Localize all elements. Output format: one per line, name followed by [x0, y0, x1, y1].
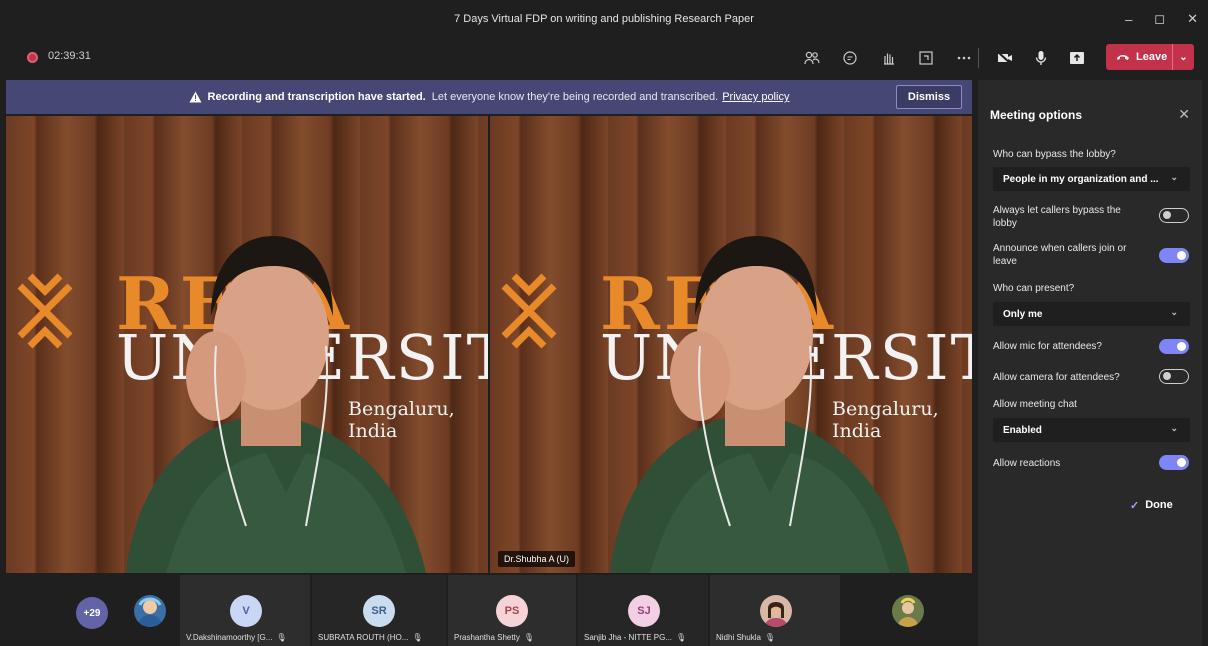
participant-name: Prashantha Shetty	[454, 633, 520, 642]
chevron-down-icon: ⌄	[1170, 172, 1178, 182]
meeting-toolbar: 02:39:31	[0, 38, 1208, 78]
participant-tile[interactable]: PS Prashantha Shetty 🎙	[448, 575, 576, 646]
participant-tile[interactable]: SJ Sanjib Jha - NITTE PG... 🎙	[578, 575, 708, 646]
more-icon[interactable]	[952, 46, 976, 70]
participant-name: V.Dakshinamoorthy [G...	[186, 633, 273, 642]
banner-text: Let everyone know they're being recorded…	[431, 91, 719, 103]
meeting-actions	[800, 46, 976, 70]
chat-icon[interactable]	[838, 46, 862, 70]
participant-photo-avatar[interactable]	[134, 595, 166, 627]
video-stage: REVA UNIVERSITY Bengaluru, India REVA UN…	[6, 116, 972, 573]
participant-name-row: SUBRATA ROUTH (HO... 🎙	[318, 633, 442, 642]
participant-name: SUBRATA ROUTH (HO...	[318, 633, 409, 642]
participant-tile[interactable]: SR SUBRATA ROUTH (HO... 🎙	[312, 575, 446, 646]
leave-button[interactable]: Leave ⌄	[1106, 44, 1194, 70]
camera-attendees-label: Allow camera for attendees?	[993, 372, 1120, 383]
mic-icon: 🎙	[676, 633, 687, 642]
participant-name: Nidhi Shukla	[716, 633, 761, 642]
window-title: 7 Days Virtual FDP on writing and publis…	[454, 13, 754, 25]
mic-attendees-label: Allow mic for attendees?	[993, 341, 1102, 352]
participant-avatar: SR	[363, 595, 395, 627]
banner-bold-text: Recording and transcription have started…	[207, 91, 426, 103]
university-emblem-icon	[501, 273, 557, 349]
rooms-icon[interactable]	[914, 46, 938, 70]
overflow-participants-button[interactable]: +29	[76, 597, 108, 629]
speaker-name-tag: Dr.Shubha A (U)	[498, 551, 576, 567]
participant-tile[interactable]: V V.Dakshinamoorthy [G... 🎙	[180, 575, 310, 646]
done-label: Done	[1145, 499, 1173, 511]
callers-bypass-toggle[interactable]	[1159, 208, 1189, 223]
speaker-name: Dr.Shubha A (U)	[504, 554, 570, 564]
announce-label: Announce when callers join or leave	[993, 243, 1127, 267]
present-label: Who can present?	[993, 283, 1075, 294]
panel-title: Meeting options	[990, 108, 1082, 122]
privacy-policy-link[interactable]: Privacy policy	[722, 91, 789, 103]
announce-toggle[interactable]	[1159, 248, 1189, 263]
lobby-select-value: People in my organization and ...	[1003, 173, 1159, 185]
mic-icon: 🎙	[523, 633, 534, 642]
recording-icon	[27, 52, 38, 63]
participant-avatar: SJ	[628, 595, 660, 627]
leave-main[interactable]: Leave	[1106, 51, 1172, 63]
participant-name-row: Nidhi Shukla 🎙	[716, 633, 836, 642]
leave-label: Leave	[1136, 51, 1168, 63]
participant-name-row: Prashantha Shetty 🎙	[454, 633, 572, 642]
mic-icon: 🎙	[412, 633, 423, 642]
done-button[interactable]: ✓ Done	[1130, 499, 1173, 512]
callers-bypass-label: Always let callers bypass the lobby	[993, 205, 1121, 229]
meeting-timer: 02:39:31	[48, 50, 91, 62]
participant-name-row: Sanjib Jha - NITTE PG... 🎙	[584, 633, 704, 642]
participant-avatar: PS	[496, 595, 528, 627]
participant-name: Sanjib Jha - NITTE PG...	[584, 633, 673, 642]
share-screen-icon[interactable]	[1065, 46, 1089, 70]
leave-dropdown-icon[interactable]: ⌄	[1172, 44, 1194, 70]
checkmark-icon: ✓	[1130, 500, 1140, 512]
camera-attendees-toggle[interactable]	[1159, 369, 1189, 384]
meeting-options-panel: Meeting options ✕ Who can bypass the lob…	[978, 80, 1202, 646]
camera-off-icon[interactable]	[993, 46, 1017, 70]
mic-icon: 🎙	[764, 633, 776, 642]
speaker-person-image	[610, 236, 910, 573]
participant-name-row: V.Dakshinamoorthy [G... 🎙	[186, 633, 306, 642]
close-window-icon[interactable]: ✕	[1187, 11, 1198, 27]
university-emblem-icon	[17, 273, 73, 349]
reactions-label: Allow reactions	[993, 458, 1061, 469]
window-controls: – ◻ ✕	[1125, 0, 1198, 38]
title-bar: 7 Days Virtual FDP on writing and publis…	[0, 0, 1208, 38]
lobby-select[interactable]: People in my organization and ... ⌄	[993, 167, 1190, 191]
speaker-person-image	[126, 236, 426, 573]
video-tile-left[interactable]: REVA UNIVERSITY Bengaluru, India	[6, 116, 488, 573]
chevron-down-icon: ⌄	[1170, 423, 1178, 433]
close-icon[interactable]: ✕	[1178, 106, 1190, 123]
minimize-icon[interactable]: –	[1125, 12, 1132, 27]
media-controls	[993, 46, 1089, 70]
participant-photo-avatar	[760, 595, 792, 627]
people-icon[interactable]	[800, 46, 824, 70]
video-tile-right[interactable]: REVA UNIVERSITY Bengaluru, India Dr.Shub…	[490, 116, 972, 573]
chat-label: Allow meeting chat	[993, 399, 1077, 410]
toolbar-divider	[978, 48, 979, 68]
participant-tile[interactable]: Nidhi Shukla 🎙	[710, 575, 840, 646]
lobby-label: Who can bypass the lobby?	[993, 149, 1116, 160]
raise-hand-icon[interactable]	[876, 46, 900, 70]
participant-photo-avatar[interactable]	[892, 595, 924, 627]
present-select-value: Only me	[1003, 308, 1043, 320]
maximize-icon[interactable]: ◻	[1154, 11, 1165, 27]
chat-select[interactable]: Enabled ⌄	[993, 418, 1190, 442]
dismiss-button[interactable]: Dismiss	[896, 85, 962, 109]
participant-strip: +29 V V.Dakshinamoorthy [G... 🎙 SR SUBRA…	[6, 575, 972, 646]
mic-icon: 🎙	[276, 633, 287, 642]
warning-icon	[189, 91, 202, 103]
participant-avatar: V	[230, 595, 262, 627]
chevron-down-icon: ⌄	[1170, 307, 1178, 317]
recording-banner: Recording and transcription have started…	[6, 80, 972, 114]
present-select[interactable]: Only me ⌄	[993, 302, 1190, 326]
chat-select-value: Enabled	[1003, 424, 1042, 436]
reactions-toggle[interactable]	[1159, 455, 1189, 470]
mic-attendees-toggle[interactable]	[1159, 339, 1189, 354]
mic-icon[interactable]	[1029, 46, 1053, 70]
phone-hangup-icon	[1117, 55, 1129, 60]
